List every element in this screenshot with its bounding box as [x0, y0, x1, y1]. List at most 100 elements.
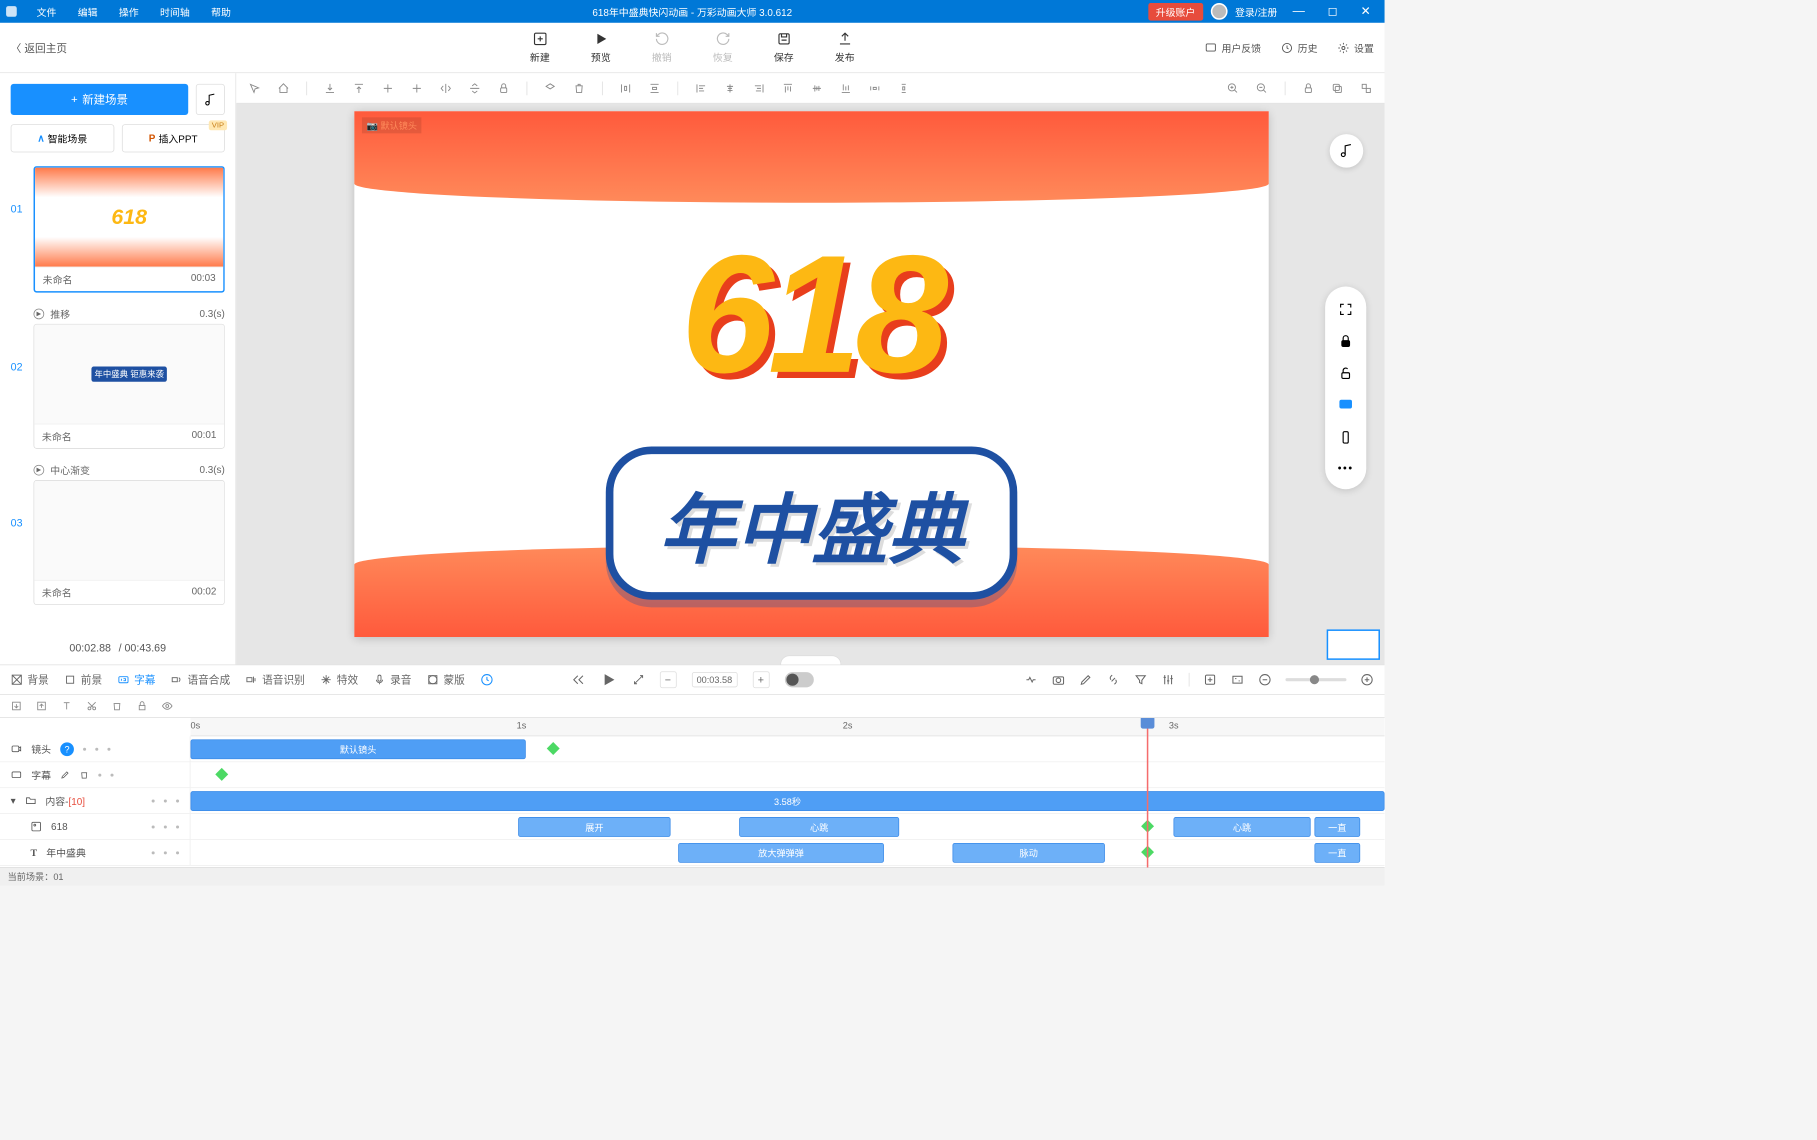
zoom-in-icon[interactable]: [1227, 82, 1239, 94]
lock-canvas-icon[interactable]: [1302, 82, 1314, 94]
history-button[interactable]: 历史: [1281, 40, 1318, 54]
tab-asr[interactable]: 语音识别: [245, 672, 304, 687]
align-left-icon[interactable]: [695, 82, 707, 94]
more-icon[interactable]: •••: [1338, 462, 1354, 474]
timeline-body[interactable]: 0s 1s 2s 3s 镜头? 默认镜头 字幕 ▾内容-[10] 3.58秒 6…: [0, 718, 1385, 867]
publish-button[interactable]: 发布: [835, 31, 855, 64]
scene-transition-1[interactable]: ▶推移0.3(s): [11, 303, 225, 324]
collapse-toggle[interactable]: ⌄: [780, 655, 841, 664]
menu-timeline[interactable]: 时间轴: [149, 4, 200, 18]
zoom-out-icon[interactable]: [1256, 82, 1268, 94]
clip-pulse[interactable]: 脉动: [953, 843, 1105, 863]
minimize-button[interactable]: —: [1285, 5, 1312, 19]
unlock-icon[interactable]: [1338, 366, 1353, 381]
help-icon[interactable]: ?: [60, 742, 74, 756]
fullscreen-icon[interactable]: [1338, 302, 1353, 317]
link-icon[interactable]: [1106, 673, 1120, 687]
scene-item-3[interactable]: 03 未命名00:02: [11, 480, 225, 605]
layer-up-icon[interactable]: [544, 82, 556, 94]
timeline-ruler[interactable]: 0s 1s 2s 3s: [191, 718, 1385, 736]
save-button[interactable]: 保存: [774, 31, 794, 64]
flip-h-icon[interactable]: [440, 82, 452, 94]
clip-bounce[interactable]: 放大弹弹弹: [678, 843, 884, 863]
avatar-icon[interactable]: [1211, 3, 1228, 20]
refresh-icon[interactable]: [480, 673, 494, 687]
clip-heartbeat2[interactable]: 心跳: [1173, 817, 1310, 837]
keyframe-diamond[interactable]: [547, 742, 560, 755]
align-bottom2-icon[interactable]: [840, 82, 852, 94]
close-button[interactable]: ✕: [1353, 4, 1378, 19]
mobile-icon[interactable]: [1338, 430, 1353, 445]
space-h-icon[interactable]: [869, 82, 881, 94]
scene-list[interactable]: 01 618 未命名00:03 ▶推移0.3(s) 02 年中盛典 钜惠来袭 未…: [11, 166, 225, 637]
preview-button[interactable]: 预览: [591, 31, 611, 64]
adjust-icon[interactable]: [1161, 673, 1175, 687]
expand-icon[interactable]: [632, 674, 644, 686]
keyframe-icon[interactable]: [1024, 673, 1038, 687]
chevron-down-icon[interactable]: ▾: [11, 794, 16, 806]
back-button[interactable]: 〈 返回主页: [11, 40, 67, 55]
loop-toggle[interactable]: [784, 672, 813, 687]
eye-icon[interactable]: [162, 700, 173, 711]
edit-icon[interactable]: [1079, 673, 1093, 687]
cut-icon[interactable]: [86, 700, 97, 711]
import-icon[interactable]: [36, 700, 47, 711]
import-ppt-button[interactable]: P插入PPTVIP: [122, 124, 225, 152]
zoom-out-tl-icon[interactable]: [1258, 673, 1272, 687]
align-center-icon[interactable]: [724, 82, 736, 94]
lock-icon[interactable]: [498, 82, 510, 94]
menu-edit[interactable]: 编辑: [67, 4, 108, 18]
canvas-stage[interactable]: 📷 默认镜头 618 年中盛典 ••• ⌄: [236, 104, 1384, 665]
copy-icon[interactable]: [1331, 82, 1343, 94]
step-back-icon[interactable]: [571, 673, 585, 687]
new-button[interactable]: 新建: [530, 31, 550, 64]
clip-loop[interactable]: 一直: [1314, 817, 1360, 837]
login-link[interactable]: 登录/注册: [1235, 4, 1277, 18]
distribute-h-icon[interactable]: [620, 82, 632, 94]
edit-icon[interactable]: [60, 770, 70, 780]
tab-foreground[interactable]: 前景: [64, 672, 102, 687]
desktop-icon[interactable]: [1338, 398, 1353, 413]
keyframe-diamond[interactable]: [215, 768, 228, 781]
timecode[interactable]: 00:03.58: [692, 672, 738, 687]
tab-background[interactable]: 背景: [11, 672, 49, 687]
ai-scene-button[interactable]: ∧智能场景: [11, 124, 114, 152]
ratio-icon[interactable]: [1231, 673, 1245, 687]
feedback-button[interactable]: 用户反馈: [1205, 40, 1261, 54]
zoom-slider[interactable]: [1285, 678, 1346, 681]
distribute-v-icon[interactable]: [648, 82, 660, 94]
align-right-icon[interactable]: [753, 82, 765, 94]
flip-v-icon[interactable]: [469, 82, 481, 94]
music-float-button[interactable]: [1330, 134, 1364, 168]
space-v-icon[interactable]: [898, 82, 910, 94]
add-frame-icon[interactable]: [1203, 673, 1217, 687]
align-center-v-icon[interactable]: [382, 82, 394, 94]
maximize-button[interactable]: ◻: [1320, 4, 1345, 19]
align-top-icon[interactable]: [353, 82, 365, 94]
camera-icon[interactable]: [1052, 673, 1066, 687]
tab-tts[interactable]: 语音合成: [171, 672, 230, 687]
text-banner[interactable]: 年中盛典: [606, 447, 1017, 600]
clip-expand[interactable]: 展开: [518, 817, 670, 837]
menu-help[interactable]: 帮助: [200, 4, 241, 18]
zoom-in-tl-icon[interactable]: [1360, 673, 1374, 687]
clip-heartbeat[interactable]: 心跳: [739, 817, 899, 837]
slide-content[interactable]: 📷 默认镜头 618 年中盛典: [354, 111, 1268, 637]
tab-subtitle[interactable]: 字幕: [117, 672, 155, 687]
align-middle-icon[interactable]: [811, 82, 823, 94]
scene-item-1[interactable]: 01 618 未命名00:03: [11, 166, 225, 292]
align-center-h-icon[interactable]: [411, 82, 423, 94]
new-scene-button[interactable]: +新建场景: [11, 84, 189, 115]
home-icon[interactable]: [277, 82, 289, 94]
align-top2-icon[interactable]: [782, 82, 794, 94]
tab-record[interactable]: 录音: [373, 672, 411, 687]
redo-button[interactable]: 恢复: [713, 31, 733, 64]
text-icon[interactable]: [61, 700, 72, 711]
cursor-icon[interactable]: [248, 82, 260, 94]
scene-transition-2[interactable]: ▶中心渐变0.3(s): [11, 459, 225, 480]
align-bottom-icon[interactable]: [324, 82, 336, 94]
undo-button[interactable]: 撤销: [652, 31, 672, 64]
playhead[interactable]: [1147, 718, 1149, 867]
filter-icon[interactable]: [1134, 673, 1148, 687]
clip-camera[interactable]: 默认镜头: [191, 739, 526, 759]
